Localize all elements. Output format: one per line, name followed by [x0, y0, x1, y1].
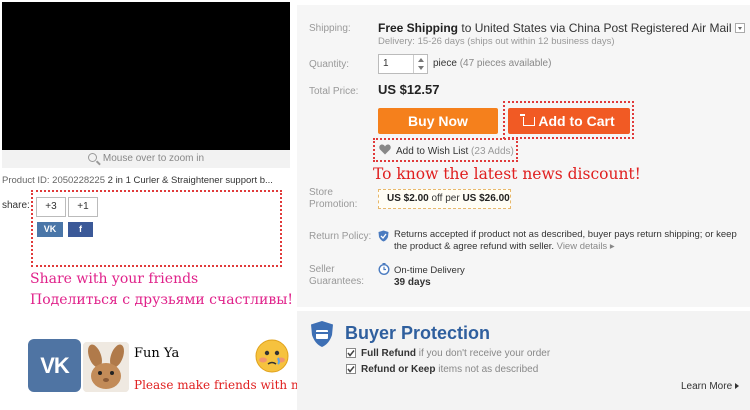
quantity-stepper[interactable]	[413, 55, 427, 73]
return-policy-text: Returns accepted if product not as descr…	[394, 229, 737, 252]
cart-icon	[520, 114, 536, 126]
sort-arrow-icon[interactable]	[734, 23, 745, 33]
gplus-count-button[interactable]: +3	[36, 197, 66, 217]
delivery-estimate: Delivery: 15-26 days (ships out within 1…	[378, 36, 615, 47]
free-shipping-text: Free Shipping	[378, 21, 459, 35]
friend-message: Please make friends with me !	[134, 378, 319, 392]
plus-one-button[interactable]: +1	[68, 197, 98, 217]
friend-name: Fun Ya	[134, 346, 180, 361]
store-promotion-coupon[interactable]: US $2.00 off per US $26.00	[378, 189, 511, 209]
buy-now-button[interactable]: Buy Now	[378, 108, 498, 134]
product-id: Product ID: 2050228225 2 in 1 Curler & S…	[2, 175, 282, 186]
vk-logo[interactable]: VK	[28, 339, 81, 392]
share-label: share:	[2, 200, 30, 211]
shield-icon	[378, 230, 389, 242]
return-policy-label: Return Policy:	[309, 231, 372, 242]
magnifier-icon	[87, 153, 97, 162]
emoji-icon	[254, 338, 290, 374]
ontime-delivery-days: 39 days	[394, 277, 431, 288]
zoom-hint-text: Mouse over to zoom in	[102, 153, 205, 164]
check-icon	[346, 364, 356, 374]
arrow-right-icon	[735, 383, 740, 389]
shield-icon	[310, 320, 334, 348]
wishlist-label: Add to Wish List	[396, 146, 469, 157]
news-discount-note: To know the latest news discount!	[373, 165, 641, 183]
vk-share-button[interactable]: VK	[37, 222, 63, 237]
check-icon	[346, 348, 356, 358]
total-price-label: Total Price:	[309, 86, 359, 97]
zoom-hint-bar: Mouse over to zoom in	[2, 150, 290, 168]
refund-or-keep-line: Refund or Keep items not as described	[361, 364, 539, 375]
quantity-unit: piece	[433, 58, 457, 69]
shipping-label: Shipping:	[309, 23, 351, 34]
view-details-link[interactable]: View details ▸	[557, 241, 615, 252]
wishlist-count: (23 Adds)	[471, 146, 514, 157]
store-promotion-label: Store Promotion:	[309, 187, 358, 210]
shipping-method[interactable]: Free Shipping to United States via China…	[378, 21, 745, 35]
product-purchase-panel	[297, 5, 750, 307]
product-id-label: Product ID: 2050228225	[2, 175, 105, 186]
quantity-label: Quantity:	[309, 59, 350, 70]
add-to-cart-button[interactable]: Add to Cart	[508, 108, 630, 134]
product-image-viewer[interactable]	[2, 2, 290, 150]
heart-icon	[379, 144, 391, 155]
avatar	[83, 342, 129, 392]
quantity-available: (47 pieces available)	[459, 58, 552, 69]
quantity-info: piece (47 pieces available)	[433, 58, 551, 69]
promo-mid: off per	[431, 193, 460, 204]
seller-guarantees-label: Seller Guarantees:	[309, 264, 365, 287]
share-caption-en: Share with your friends	[30, 271, 199, 287]
promo-discount: US $2.00	[387, 193, 429, 204]
product-title: 2 in 1 Curler & Straightener support b..…	[107, 175, 273, 186]
buyer-protection-title: Buyer Protection	[345, 323, 491, 343]
learn-more-link[interactable]: Learn More	[681, 381, 740, 392]
total-price: US $12.57	[378, 82, 440, 97]
ontime-delivery-label: On-time Delivery	[394, 265, 465, 276]
share-caption-ru: Поделиться с друзьями счастливы!	[30, 292, 294, 308]
shipping-route: to United States via China Post Register…	[461, 21, 732, 35]
clock-icon	[378, 263, 390, 276]
promo-threshold: US $26.00	[462, 193, 510, 204]
add-to-wishlist-link[interactable]: Add to Wish List (23 Adds)	[379, 144, 514, 157]
facebook-share-button[interactable]: f	[68, 222, 93, 237]
full-refund-line: Full Refund if you don't receive your or…	[361, 348, 551, 359]
add-to-cart-label: Add to Cart	[538, 113, 615, 129]
